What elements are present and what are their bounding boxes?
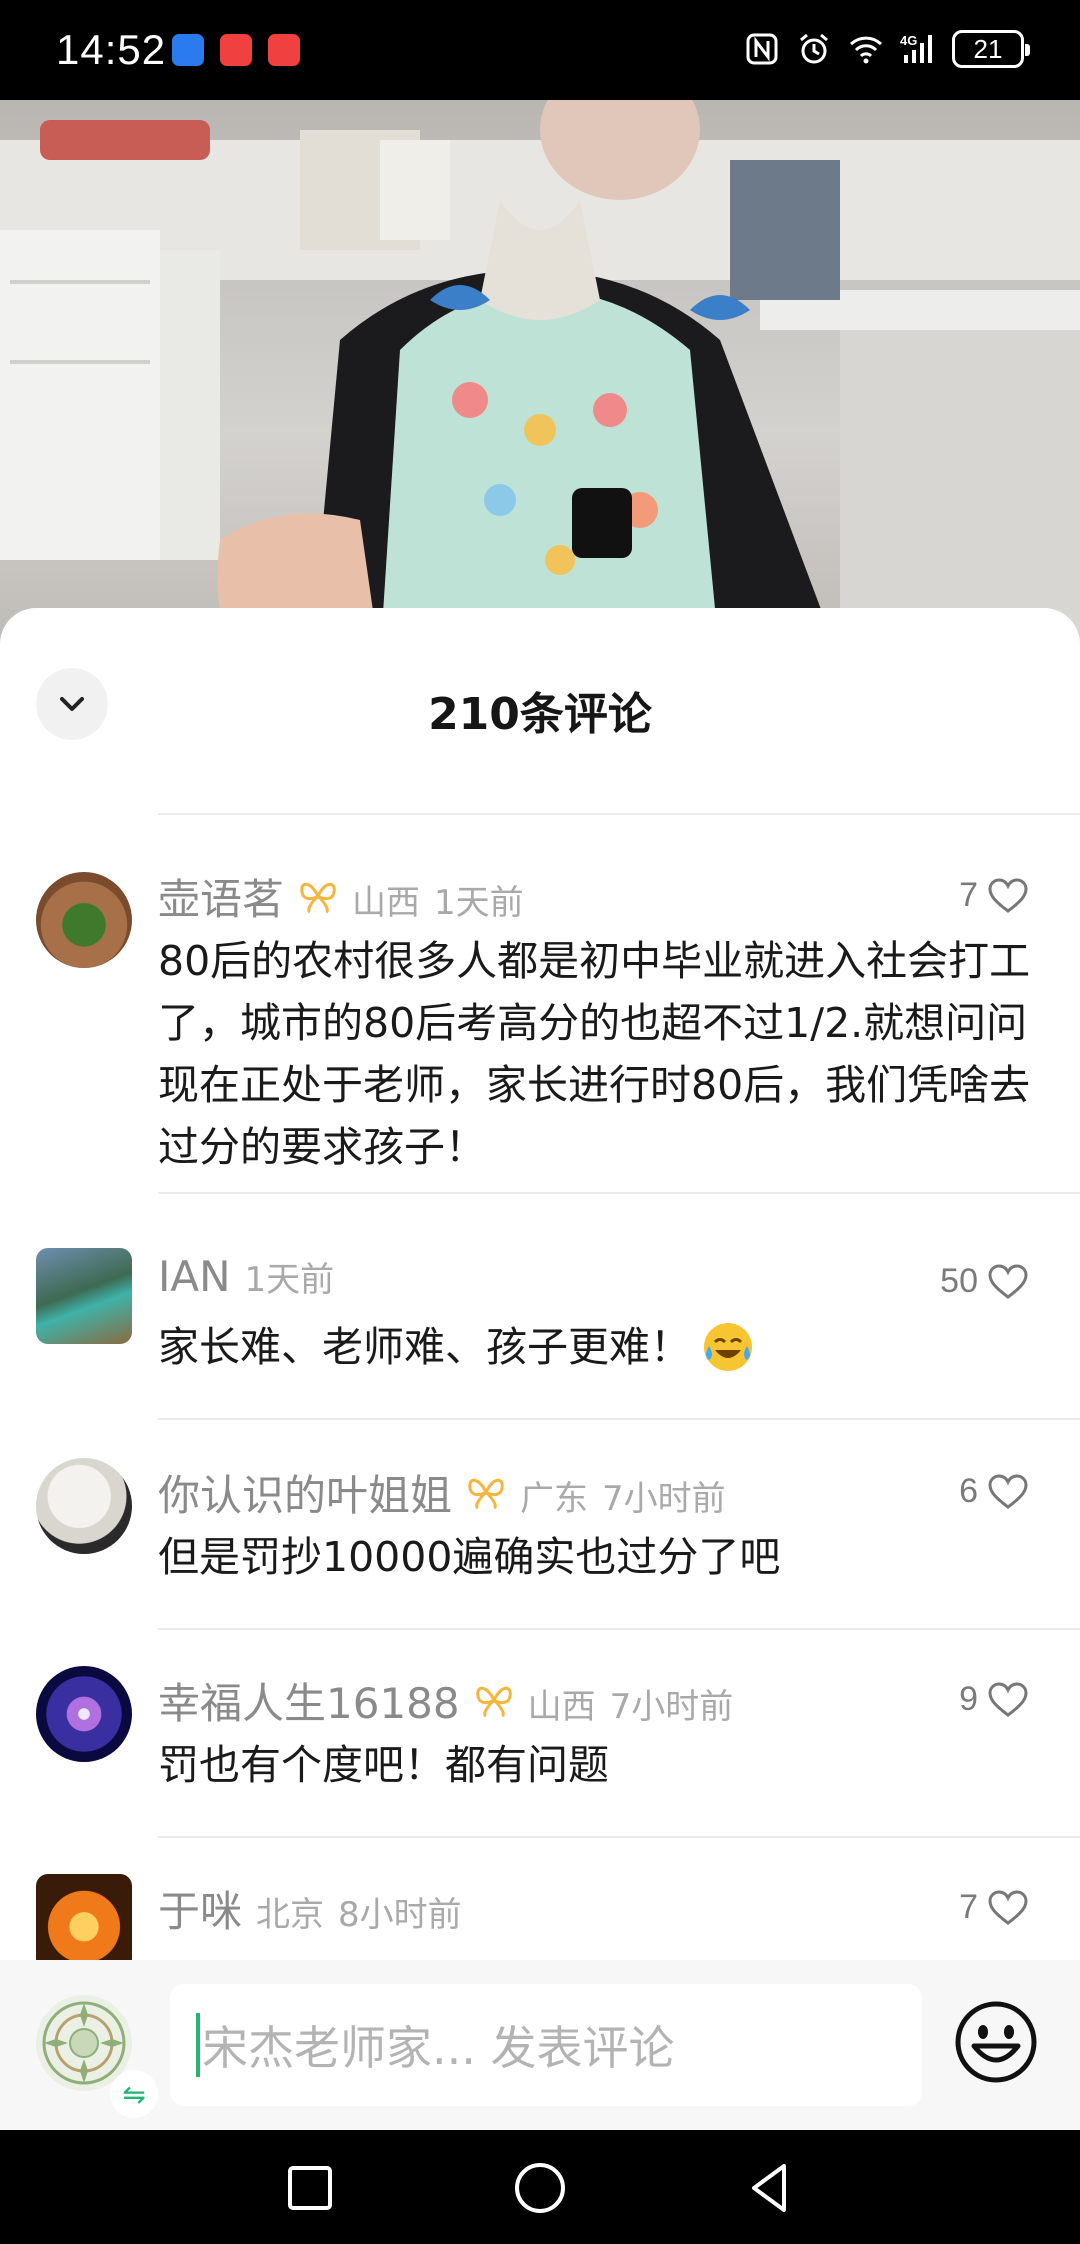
comment-count-title: 210条评论 bbox=[428, 689, 652, 740]
laugh-cry-emoji bbox=[704, 1323, 752, 1371]
divider bbox=[158, 1418, 1080, 1420]
swap-icon: ⇋ bbox=[122, 2077, 146, 2111]
comment-location: 广东 bbox=[520, 1479, 589, 1519]
comment-author[interactable]: 壶语茗 bbox=[158, 866, 284, 927]
like-button[interactable]: 7 bbox=[959, 1888, 1028, 1927]
app-notification-icon bbox=[172, 34, 204, 66]
app-notification-icon bbox=[268, 34, 300, 66]
comment-item[interactable]: IAN 1天前 50 家长难、老师难、孩子更难！ bbox=[0, 1248, 1080, 1448]
smiley-icon[interactable] bbox=[952, 1998, 1040, 2086]
comment-input-bar: ⇋ 宋杰老师家... 发表评论 bbox=[0, 1960, 1080, 2130]
battery-level: 21 bbox=[973, 33, 1003, 64]
nfc-icon bbox=[746, 33, 778, 65]
like-count: 7 bbox=[959, 876, 978, 914]
butterfly-badge-icon bbox=[300, 882, 336, 914]
comment-header: 于咪 北京 8小时前 bbox=[158, 1878, 462, 1939]
comment-location: 山西 bbox=[527, 1687, 596, 1727]
switch-identity-button[interactable]: ⇋ bbox=[110, 2070, 158, 2118]
comment-header: 你认识的叶姐姐 广东 7小时前 bbox=[158, 1462, 726, 1523]
comment-sheet: 210条评论 壶语茗 山西 1天前 7 80后的农村很多人都是初中毕业就进入社会… bbox=[0, 608, 1080, 1960]
comment-header: 幸福人生16188 山西 7小时前 bbox=[158, 1670, 733, 1731]
comment-time: 7小时前 bbox=[609, 1687, 734, 1727]
comment-text: 但是罚抄10000遍确实也过分了吧 bbox=[158, 1533, 781, 1581]
heart-icon bbox=[988, 1889, 1028, 1925]
heart-icon bbox=[988, 877, 1028, 913]
status-indicators: 4G 21 bbox=[744, 30, 1030, 68]
comment-text: 家长难、老师难、孩子更难！ bbox=[158, 1323, 691, 1371]
like-button[interactable]: 6 bbox=[959, 1472, 1028, 1511]
heart-icon bbox=[988, 1681, 1028, 1717]
video-player[interactable] bbox=[0, 100, 1080, 660]
avatar[interactable] bbox=[36, 1874, 132, 1960]
comment-location: 山西 bbox=[352, 883, 421, 923]
divider bbox=[158, 1192, 1080, 1194]
heart-icon bbox=[988, 1263, 1028, 1299]
status-bar: 14:52 4G 21 bbox=[0, 0, 1080, 100]
comment-time: 1天前 bbox=[244, 1260, 335, 1300]
app-notification-icon bbox=[220, 34, 252, 66]
battery-indicator: 21 bbox=[952, 30, 1030, 68]
like-count: 50 bbox=[940, 1262, 978, 1300]
like-button[interactable]: 50 bbox=[940, 1262, 1028, 1301]
comment-author[interactable]: 于咪 bbox=[158, 1878, 242, 1939]
comment-item[interactable]: 你认识的叶姐姐 广东 7小时前 6 但是罚抄10000遍确实也过分了吧 bbox=[0, 1458, 1080, 1658]
comment-item[interactable]: 壶语茗 山西 1天前 7 80后的农村很多人都是初中毕业就进入社会打工了，城市的… bbox=[0, 862, 1080, 1194]
video-frame bbox=[0, 100, 1080, 660]
like-count: 7 bbox=[959, 1888, 978, 1926]
comment-author[interactable]: 你认识的叶姐姐 bbox=[158, 1462, 452, 1523]
wifi-icon bbox=[849, 36, 883, 64]
comment-author[interactable]: IAN bbox=[158, 1252, 231, 1301]
avatar[interactable] bbox=[36, 872, 132, 968]
like-count: 6 bbox=[959, 1472, 978, 1510]
divider bbox=[158, 1628, 1080, 1630]
comment-text: 80后的农村很多人都是初中毕业就进入社会打工了，城市的80后考高分的也超不过1/… bbox=[158, 937, 1031, 1171]
back-icon[interactable] bbox=[740, 2158, 800, 2218]
divider bbox=[158, 813, 1080, 815]
svg-text:4G: 4G bbox=[900, 33, 917, 48]
alarm-icon bbox=[800, 33, 828, 64]
divider bbox=[158, 1836, 1080, 1838]
comment-time: 7小时前 bbox=[602, 1479, 726, 1519]
text-caret bbox=[196, 2013, 200, 2077]
comment-time: 8小时前 bbox=[338, 1895, 462, 1935]
avatar[interactable] bbox=[36, 1458, 132, 1554]
comment-text: 罚也有个度吧！都有问题 bbox=[158, 1741, 609, 1789]
status-time: 14:52 bbox=[56, 26, 167, 73]
comment-location: 北京 bbox=[256, 1895, 325, 1935]
heart-icon bbox=[988, 1473, 1028, 1509]
avatar[interactable] bbox=[36, 1666, 132, 1762]
system-nav-bar bbox=[0, 2130, 1080, 2244]
butterfly-badge-icon bbox=[468, 1478, 504, 1510]
comment-author[interactable]: 幸福人生16188 bbox=[158, 1670, 460, 1731]
signal-icon: 4G bbox=[900, 33, 932, 63]
like-button[interactable]: 9 bbox=[959, 1680, 1028, 1719]
recents-icon[interactable] bbox=[280, 2158, 340, 2218]
comment-text-row: 家长难、老师难、孩子更难！ bbox=[158, 1316, 1032, 1378]
home-icon[interactable] bbox=[510, 2158, 570, 2218]
comment-header: 壶语茗 山西 1天前 bbox=[158, 866, 524, 927]
comment-item[interactable]: 于咪 北京 8小时前 7 bbox=[0, 1874, 1080, 1960]
comment-time: 1天前 bbox=[434, 883, 524, 923]
like-button[interactable]: 7 bbox=[959, 876, 1028, 915]
comment-input-placeholder: 宋杰老师家... 发表评论 bbox=[202, 2021, 675, 2075]
comment-input[interactable]: 宋杰老师家... 发表评论 bbox=[170, 1984, 922, 2106]
comment-header: IAN 1天前 bbox=[158, 1252, 334, 1301]
comment-item[interactable]: 幸福人生16188 山西 7小时前 9 罚也有个度吧！都有问题 bbox=[0, 1666, 1080, 1866]
butterfly-badge-icon bbox=[475, 1686, 512, 1718]
like-count: 9 bbox=[959, 1680, 978, 1718]
avatar[interactable] bbox=[36, 1248, 132, 1344]
